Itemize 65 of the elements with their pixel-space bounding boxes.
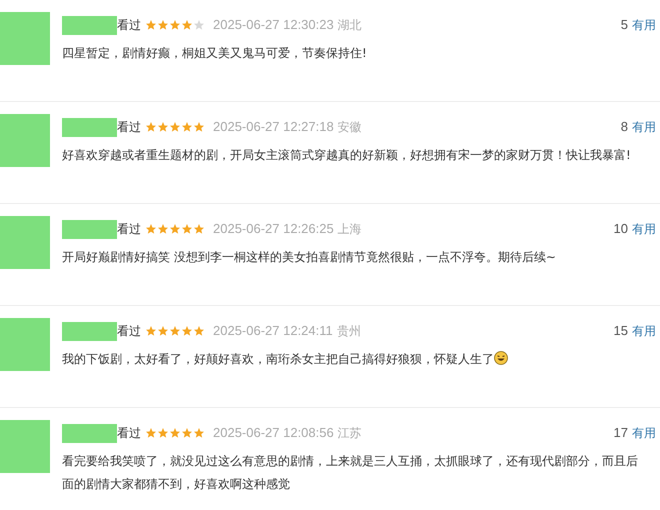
- avatar: [0, 420, 50, 473]
- vote-count: 15: [614, 322, 628, 340]
- star-icon: [157, 121, 169, 133]
- watched-status: 看过: [117, 425, 141, 442]
- star-icon: [157, 223, 169, 235]
- star-icon: [145, 325, 157, 337]
- vote-count: 10: [614, 220, 628, 238]
- star-icon: [181, 427, 193, 439]
- location: 上海: [338, 221, 362, 238]
- comment-text: 好喜欢穿越或者重生题材的剧，开局女主滚筒式穿越真的好新颖，好想拥有宋一梦的家财万贯！快让我暴富!: [62, 147, 632, 164]
- watched-status: 看过: [117, 119, 141, 136]
- comment-time: 2025-06-27 12:27:18: [213, 118, 334, 136]
- star-icon: [157, 325, 169, 337]
- comment-time: 2025-06-27 12:26:25: [213, 220, 334, 238]
- useful-link[interactable]: 有用: [632, 424, 656, 442]
- comment-time: 2025-06-27 12:30:23: [213, 16, 334, 34]
- comment-time: 2025-06-27 12:24:11: [213, 322, 333, 340]
- vote-count: 8: [620, 118, 628, 136]
- name-redaction: [62, 16, 117, 34]
- star-icon: [169, 427, 181, 439]
- name-redaction: [62, 220, 117, 238]
- comment-text: 看完要给我笑喷了，就没见过这么有意思的剧情，上来就是三人互捅，太抓眼球了，还有现代剧部分，而且后面的剧情大家都猜不到，好喜欢啊这种感觉: [62, 453, 639, 493]
- avatar: [0, 216, 50, 269]
- star-icon: [169, 325, 181, 337]
- watched-status: 看过: [117, 221, 141, 238]
- useful-link[interactable]: 有用: [632, 16, 656, 34]
- name-redaction: [62, 424, 117, 442]
- star-icon: [169, 223, 181, 235]
- star-icon: [145, 19, 157, 31]
- comment-time: 2025-06-27 12:08:56: [213, 424, 334, 442]
- name-redaction: [62, 322, 117, 340]
- comment-text: 我的下饭剧，太好看了，好颠好喜欢，南珩杀女主把自己搞得好狼狈，怀疑人生了: [62, 348, 656, 371]
- star-icon: [145, 121, 157, 133]
- star-icon: [157, 427, 169, 439]
- useful-link[interactable]: 有用: [632, 220, 656, 238]
- star-icon: [145, 223, 157, 235]
- star-icon: [193, 121, 205, 133]
- vote-count: 17: [614, 424, 628, 442]
- name-redaction: [62, 118, 117, 136]
- star-icon: [181, 325, 193, 337]
- location: 湖北: [338, 17, 362, 34]
- star-icon: [193, 223, 205, 235]
- useful-link[interactable]: 有用: [632, 322, 656, 340]
- watched-status: 看过: [117, 17, 141, 34]
- avatar: [0, 12, 50, 65]
- star-icon: [193, 427, 205, 439]
- star-icon: [169, 19, 181, 31]
- location: 江苏: [338, 425, 362, 442]
- watched-status: 看过: [117, 323, 141, 340]
- avatar: [0, 318, 50, 371]
- vote-count: 5: [620, 16, 628, 34]
- star-icon: [193, 325, 205, 337]
- star-icon: [181, 223, 193, 235]
- location: 贵州: [336, 323, 361, 340]
- comment-text: 开局好巅剧情好搞笑 没想到李一桐这样的美女拍喜剧情节竟然很贴，一点不浮夸。期待后续~: [62, 249, 557, 266]
- star-icon: [157, 19, 169, 31]
- star-icon: [145, 427, 157, 439]
- star-icon: [181, 121, 193, 133]
- location: 安徽: [338, 119, 362, 136]
- avatar: [0, 114, 50, 167]
- comment-text: 四星暂定，剧情好癫，桐姐又美又鬼马可爱，节奏保持住!: [62, 45, 368, 62]
- star-icon: [169, 121, 181, 133]
- useful-link[interactable]: 有用: [632, 118, 656, 136]
- star-icon: [193, 19, 205, 31]
- star-icon: [181, 19, 193, 31]
